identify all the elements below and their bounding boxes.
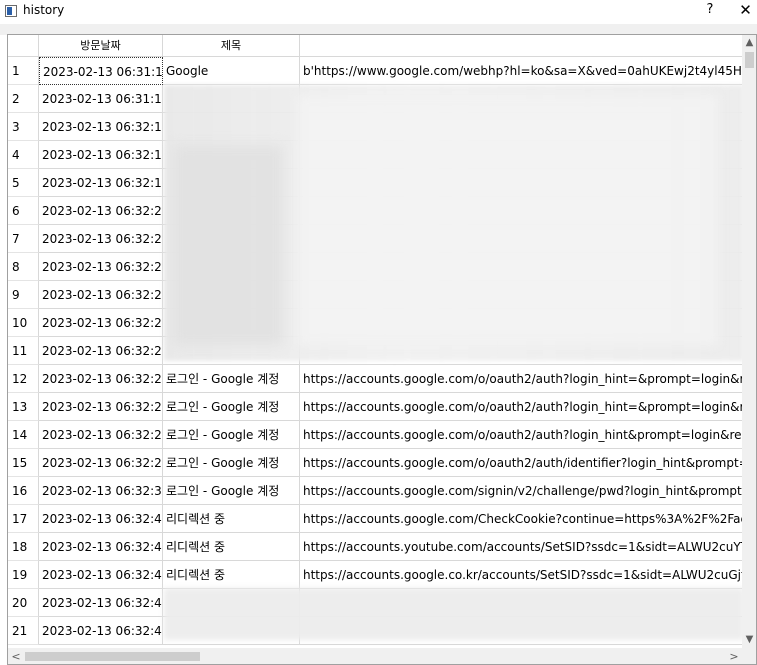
row-number[interactable]: 9	[8, 281, 39, 309]
row-number[interactable]: 11	[8, 337, 39, 365]
header-url[interactable]	[300, 35, 742, 57]
cell-visit-date[interactable]: 2023-02-13 06:32:22	[39, 281, 163, 309]
vertical-scrollbar[interactable]: ▲ ▼	[742, 35, 756, 648]
row-number[interactable]: 7	[8, 225, 39, 253]
cell-url[interactable]: https://accounts.google.com/o/oauth2/aut…	[300, 449, 742, 477]
row-number[interactable]: 19	[8, 561, 39, 589]
redacted-region	[298, 95, 718, 345]
cell-visit-date[interactable]: 2023-02-13 06:32:22	[39, 225, 163, 253]
cell-url[interactable]: https://accounts.google.com/signin/v2/ch…	[300, 477, 742, 505]
scroll-down-icon[interactable]: ▼	[742, 632, 756, 648]
cell-title[interactable]: 리디렉션 중	[163, 561, 300, 589]
cell-title[interactable]: Google	[163, 57, 300, 85]
cell-visit-date[interactable]: 2023-02-13 06:32:19	[39, 141, 163, 169]
scrollbar-corner	[742, 648, 756, 664]
cell-visit-date[interactable]: 2023-02-13 06:32:28	[39, 365, 163, 393]
row-number[interactable]: 6	[8, 197, 39, 225]
row-number[interactable]: 21	[8, 617, 39, 645]
row-number[interactable]: 18	[8, 533, 39, 561]
row-number[interactable]: 10	[8, 309, 39, 337]
title-bar: history ? ✕	[0, 0, 757, 24]
cell-title[interactable]: 로그인 - Google 계정	[163, 449, 300, 477]
row-number[interactable]: 13	[8, 393, 39, 421]
scroll-left-icon[interactable]: <	[8, 648, 24, 664]
cell-visit-date[interactable]: 2023-02-13 06:32:28	[39, 449, 163, 477]
vertical-scroll-thumb[interactable]	[745, 52, 754, 68]
cell-url[interactable]: https://accounts.google.com/o/oauth2/aut…	[300, 365, 742, 393]
cell-title[interactable]: 로그인 - Google 계정	[163, 477, 300, 505]
cell-visit-date[interactable]: 2023-02-13 06:32:19	[39, 169, 163, 197]
cell-visit-date[interactable]: 2023-02-13 06:32:28	[39, 421, 163, 449]
row-number[interactable]: 14	[8, 421, 39, 449]
cell-title[interactable]: 리디렉션 중	[163, 533, 300, 561]
redacted-region	[173, 145, 283, 345]
cell-visit-date[interactable]: 2023-02-13 06:31:17	[39, 85, 163, 113]
row-number[interactable]: 1	[8, 57, 39, 85]
close-button[interactable]: ✕	[734, 0, 757, 22]
cell-url[interactable]: https://accounts.google.com/o/oauth2/aut…	[300, 421, 742, 449]
cell-title[interactable]: 로그인 - Google 계정	[163, 365, 300, 393]
horizontal-scrollbar[interactable]: < >	[8, 648, 742, 664]
row-number[interactable]: 17	[8, 505, 39, 533]
table-corner-button[interactable]	[8, 35, 39, 57]
cell-title[interactable]: 로그인 - Google 계정	[163, 393, 300, 421]
scroll-right-icon[interactable]: >	[726, 648, 742, 664]
scroll-up-icon[interactable]: ▲	[742, 35, 756, 51]
cell-visit-date[interactable]: 2023-02-13 06:32:19	[39, 113, 163, 141]
cell-url[interactable]: b'https://www.google.com/webhp?hl=ko&sa=…	[300, 57, 742, 85]
row-number[interactable]: 2	[8, 85, 39, 113]
cell-url[interactable]: https://accounts.google.co.kr/accounts/S…	[300, 561, 742, 589]
cell-visit-date[interactable]: 2023-02-13 06:32:22	[39, 253, 163, 281]
cell-title[interactable]: 리디렉션 중	[163, 505, 300, 533]
row-number[interactable]: 5	[8, 169, 39, 197]
cell-visit-date[interactable]: 2023-02-13 06:32:36	[39, 477, 163, 505]
row-number[interactable]: 3	[8, 113, 39, 141]
header-title[interactable]: 제목	[163, 35, 300, 57]
window-app-icon	[5, 5, 17, 17]
cell-title[interactable]: 로그인 - Google 계정	[163, 421, 300, 449]
help-button[interactable]: ?	[696, 0, 724, 22]
cell-url[interactable]: https://accounts.google.com/CheckCookie?…	[300, 505, 742, 533]
cell-visit-date[interactable]: 2023-02-13 06:32:28	[39, 393, 163, 421]
row-number[interactable]: 8	[8, 253, 39, 281]
row-number[interactable]: 16	[8, 477, 39, 505]
row-number[interactable]: 20	[8, 589, 39, 617]
cell-visit-date[interactable]: 2023-02-13 06:32:42	[39, 617, 163, 645]
cell-visit-date[interactable]: 2023-02-13 06:32:40	[39, 533, 163, 561]
header-visit-date[interactable]: 방문날짜	[39, 35, 163, 57]
cell-visit-date[interactable]: 2023-02-13 06:32:40	[39, 505, 163, 533]
window-title: history	[23, 3, 65, 17]
cell-visit-date[interactable]: 2023-02-13 06:32:21	[39, 197, 163, 225]
redacted-region	[164, 588, 744, 640]
cell-url[interactable]: https://accounts.youtube.com/accounts/Se…	[300, 533, 742, 561]
row-number[interactable]: 12	[8, 365, 39, 393]
cell-visit-date[interactable]: 2023-02-13 06:32:40	[39, 561, 163, 589]
row-number[interactable]: 4	[8, 141, 39, 169]
horizontal-scroll-thumb[interactable]	[25, 652, 200, 661]
cell-visit-date[interactable]: 2023-02-13 06:31:17	[39, 57, 163, 85]
cell-visit-date[interactable]: 2023-02-13 06:32:26	[39, 337, 163, 365]
row-number[interactable]: 15	[8, 449, 39, 477]
cell-visit-date[interactable]: 2023-02-13 06:32:26	[39, 309, 163, 337]
cell-visit-date[interactable]: 2023-02-13 06:32:40	[39, 589, 163, 617]
cell-url[interactable]: https://accounts.google.com/o/oauth2/aut…	[300, 393, 742, 421]
history-table[interactable]: 방문날짜 제목 1 2023-02-13 06:31:17 Google b'http…	[7, 34, 757, 665]
